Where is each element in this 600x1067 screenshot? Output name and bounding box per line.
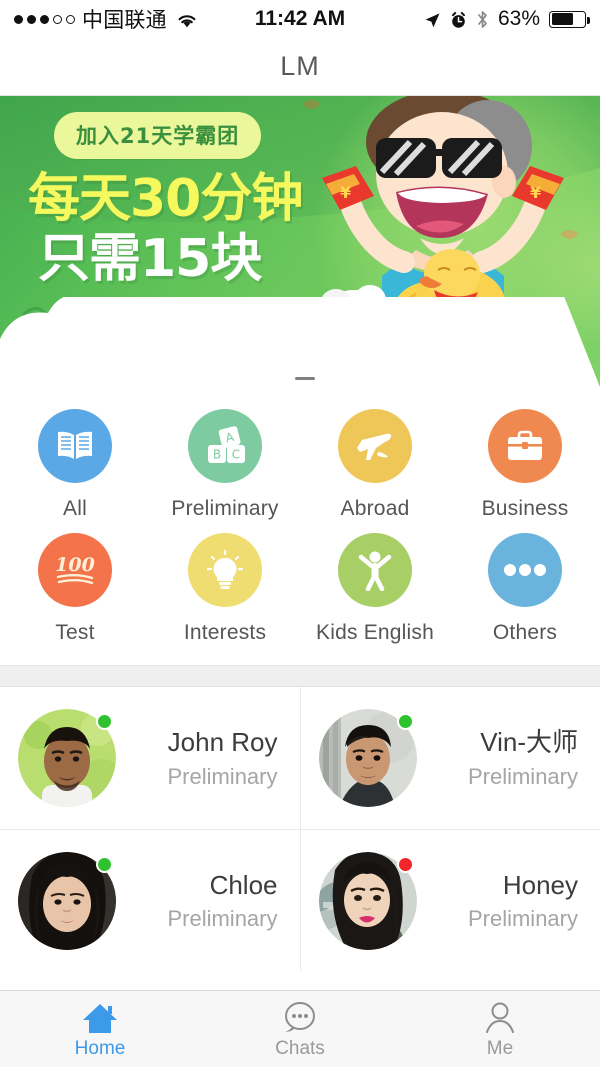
status-badge-online (96, 855, 113, 873)
category-item-business[interactable]: Business (450, 409, 600, 521)
tab-chats[interactable]: Chats (200, 991, 400, 1067)
carrier-name: 中国联通 (82, 9, 167, 32)
tab-label: Chats (275, 1037, 325, 1059)
contact-item-john-roy[interactable]: John Roy Preliminary (0, 687, 300, 829)
category-label: Business (481, 497, 569, 520)
category-label: Others (492, 621, 558, 644)
contact-name: Chloe (209, 869, 278, 900)
contact-info: John Roy Preliminary (116, 726, 282, 790)
navigation-bar: LM (0, 38, 600, 96)
banner-pill: 加入21天学霸团 (54, 112, 262, 159)
category-item-abroad[interactable]: Abroad (300, 409, 450, 521)
category-item-preliminary[interactable]: A B C Preliminary (150, 409, 300, 521)
category-label: Test (55, 621, 95, 644)
tab-label: Home (74, 1037, 126, 1059)
category-label: Interests (183, 621, 267, 644)
status-bar-left: 中国联通 (14, 4, 198, 34)
status-badge-online (96, 713, 113, 730)
status-bar-right: 63% (424, 7, 590, 31)
tab-home[interactable]: Home (0, 991, 200, 1067)
category-label: Kids English (316, 621, 434, 644)
banner-headline-2: 只需15块 (38, 229, 262, 290)
contact-item-chloe[interactable]: Chloe Preliminary (0, 830, 300, 971)
airplane-icon (338, 409, 412, 483)
promo-banner[interactable]: ¥ ¥ ¥ (0, 96, 600, 387)
svg-text:¥: ¥ (530, 183, 541, 202)
home-icon (80, 999, 120, 1035)
category-item-test[interactable]: 100 Test (0, 533, 150, 645)
contact-name: Honey (502, 869, 578, 900)
status-bar: 中国联通 11:42 AM 63% (0, 0, 600, 38)
tab-label: Me (486, 1037, 514, 1059)
briefcase-icon (488, 409, 562, 483)
avatar-wrapper (318, 709, 417, 807)
contact-subtitle: Preliminary (167, 906, 278, 932)
status-badge-online (396, 713, 414, 730)
alarm-clock-icon (450, 11, 467, 28)
contact-name: John Roy (167, 727, 278, 758)
category-grid: All A B C Preliminary Abroad Business 10… (0, 387, 600, 665)
status-badge-busy (396, 855, 414, 873)
avatar-wrapper (18, 851, 116, 950)
banner-cloud-shape (0, 255, 600, 387)
contact-info: Chloe Preliminary (116, 869, 282, 933)
svg-text:C: C (232, 448, 240, 462)
bottom-tab-bar: Home Chats Me (0, 990, 600, 1067)
child-figure-icon (338, 533, 412, 607)
battery-icon (549, 10, 590, 28)
category-label: All (63, 497, 87, 520)
avatar-wrapper (18, 709, 116, 807)
category-label: Preliminary (171, 497, 279, 520)
section-separator (0, 665, 600, 687)
tab-me[interactable]: Me (400, 991, 600, 1067)
svg-text:100: 100 (55, 554, 95, 576)
category-row-1: All A B C Preliminary Abroad Business (0, 409, 600, 521)
contact-info: Honey Preliminary (417, 869, 583, 933)
signal-strength-icon (14, 14, 75, 24)
contact-info: Vin-大师 Preliminary (417, 726, 583, 790)
speech-bubble-icon (282, 999, 318, 1035)
contact-subtitle: Preliminary (167, 763, 278, 789)
contact-subtitle: Preliminary (467, 763, 578, 789)
category-item-others[interactable]: Others (450, 533, 600, 645)
category-item-all[interactable]: All (0, 409, 150, 521)
person-icon (483, 999, 517, 1035)
svg-text:B: B (213, 448, 221, 462)
contact-item-vin[interactable]: Vin-大师 Preliminary (299, 687, 600, 829)
bluetooth-icon (476, 10, 489, 29)
contact-item-honey[interactable]: Honey Preliminary (299, 830, 600, 971)
battery-percent-label: 63% (497, 7, 540, 30)
category-label: Abroad (340, 497, 410, 520)
wifi-icon (176, 11, 198, 28)
contact-subtitle: Preliminary (467, 906, 578, 932)
contact-name: Vin-大师 (480, 727, 578, 758)
abc-blocks-icon: A B C (188, 409, 262, 483)
three-dots-icon (488, 533, 562, 607)
open-book-icon (38, 409, 112, 483)
location-arrow-icon (424, 11, 441, 28)
contact-grid: John Roy Preliminary Vin-大师 Preliminary … (0, 687, 600, 971)
category-item-interests[interactable]: Interests (150, 533, 300, 645)
banner-page-indicator[interactable] (295, 377, 315, 380)
contact-row: Chloe Preliminary Honey Preliminary (0, 829, 600, 971)
avatar-wrapper (318, 851, 417, 950)
page-title: LM (280, 51, 320, 81)
category-item-kids-english[interactable]: Kids English (300, 533, 450, 645)
contact-row: John Roy Preliminary Vin-大师 Preliminary (0, 687, 600, 829)
lightbulb-icon (188, 533, 262, 607)
banner-text-block: 加入21天学霸团每天30分钟 只需15块 (28, 112, 358, 287)
category-row-2: 100 Test Interests Kids English Others (0, 533, 600, 645)
banner-headline-1: 每天30分钟 (28, 169, 303, 229)
score-100-icon: 100 (38, 533, 112, 607)
